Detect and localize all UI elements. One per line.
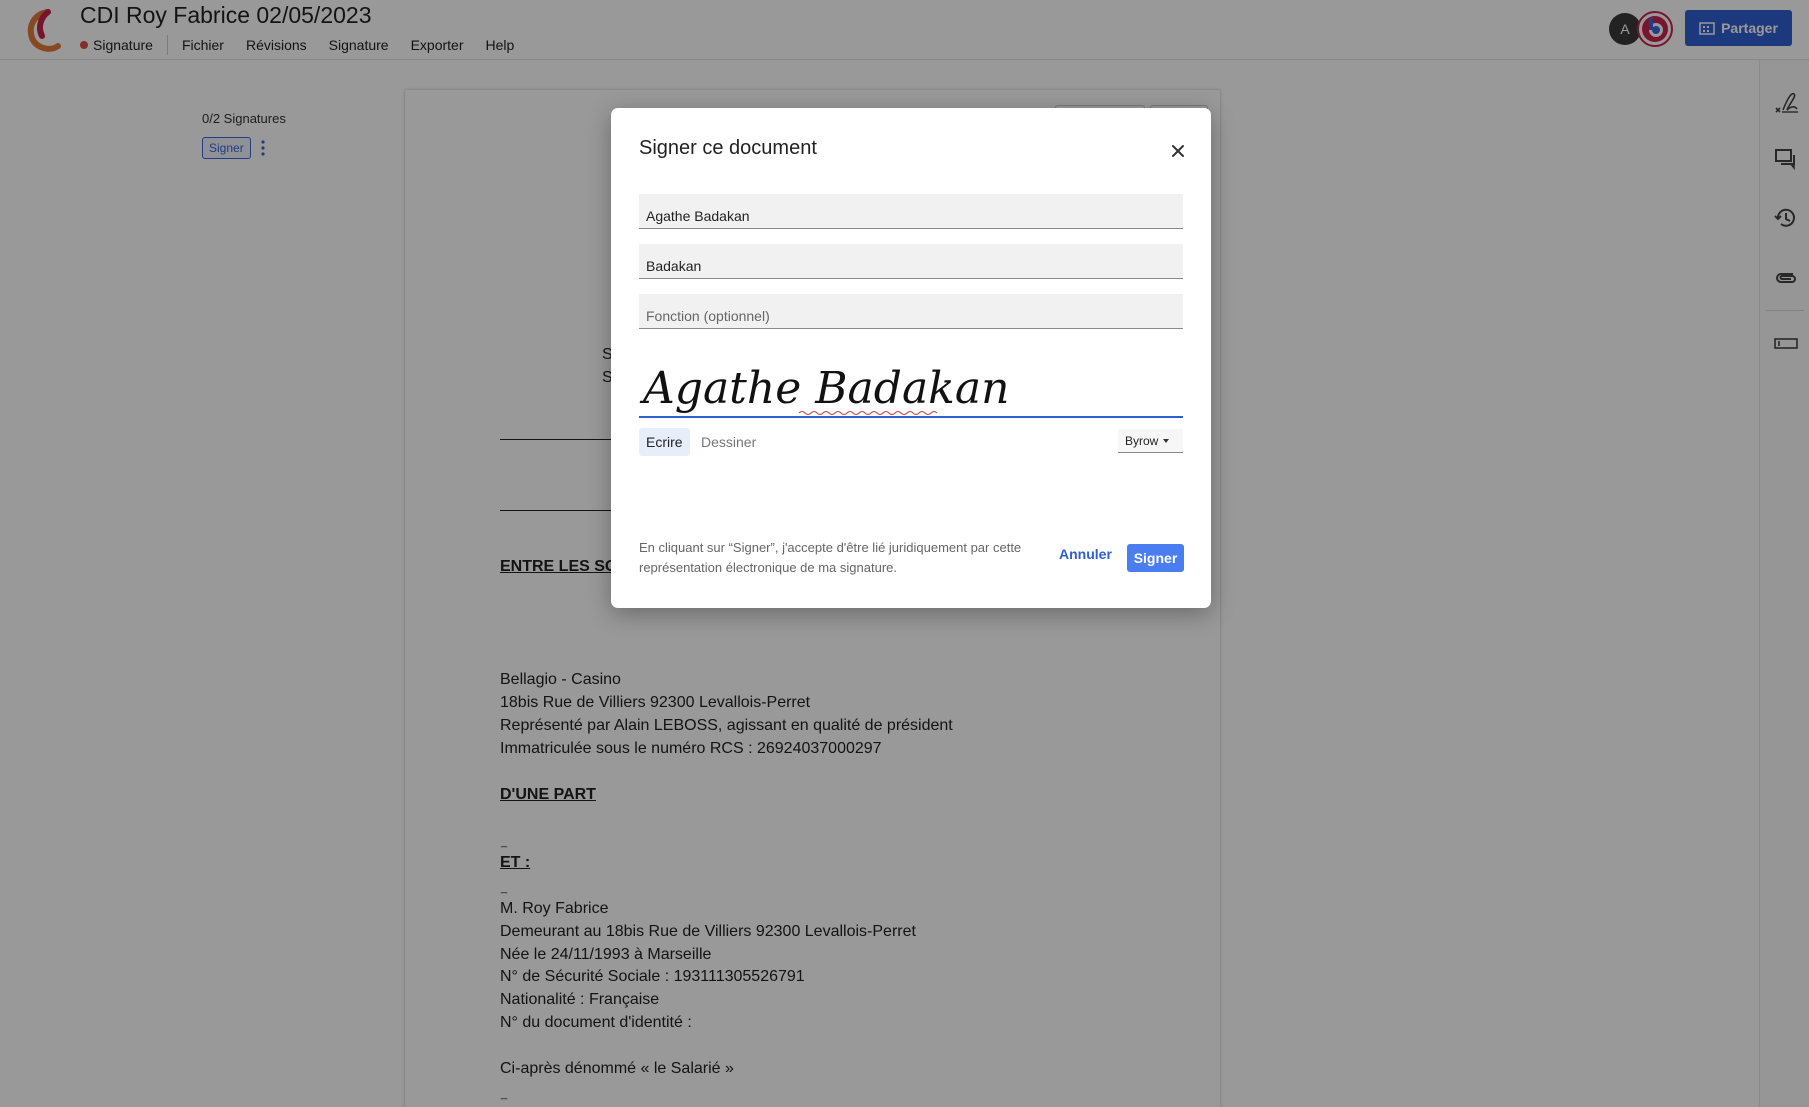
dialog-title: Signer ce document xyxy=(639,137,817,159)
legal-notice: En cliquant sur “Signer”, j'accepte d'êt… xyxy=(639,540,1022,575)
signature-preview: Agathe Badakan xyxy=(639,363,1009,415)
chevron-down-icon xyxy=(1163,438,1170,443)
last-name-field[interactable] xyxy=(639,244,1183,279)
tab-write[interactable]: Ecrire xyxy=(639,428,690,456)
close-icon[interactable] xyxy=(1167,140,1189,162)
signature-text: Agathe Badakan xyxy=(639,363,1009,414)
sign-button[interactable]: Signer xyxy=(1127,544,1184,572)
signature-pad[interactable]: Agathe Badakan xyxy=(639,341,1183,418)
tab-draw[interactable]: Dessiner xyxy=(694,428,763,456)
function-field[interactable] xyxy=(639,294,1183,329)
font-select-value: Byrow xyxy=(1125,433,1159,448)
cancel-button[interactable]: Annuler xyxy=(1059,546,1112,562)
font-select[interactable]: Byrow xyxy=(1118,429,1183,453)
sign-document-dialog: Signer ce document Agathe Badakan Ecrire… xyxy=(611,108,1211,608)
full-name-field[interactable] xyxy=(639,194,1183,229)
